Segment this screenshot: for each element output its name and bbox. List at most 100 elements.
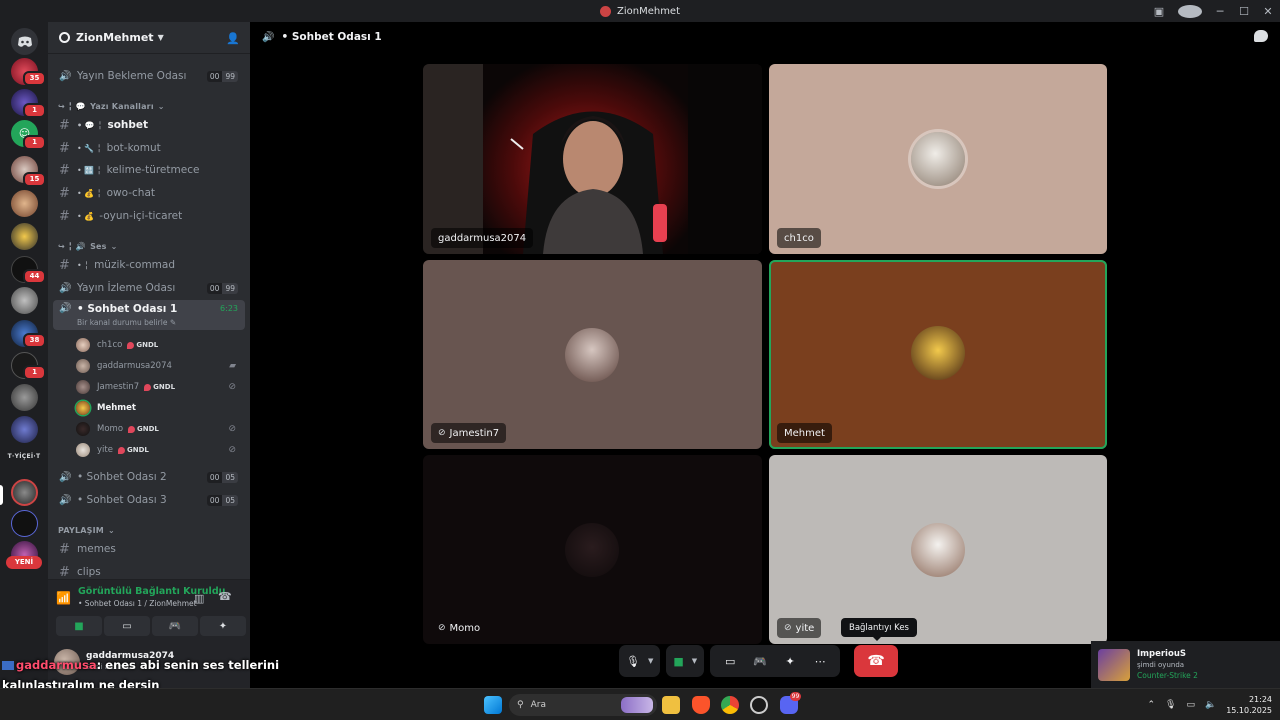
- inbox-icon[interactable]: ▣: [1148, 5, 1170, 18]
- window-controls: ▣ ? ─ ☐ ✕: [1148, 0, 1280, 22]
- chevron-down-icon[interactable]: ▼: [692, 657, 697, 665]
- guild-tag: GNDL: [127, 341, 158, 349]
- voice-channel-sohbet-odasi-2[interactable]: 🔊 • Sohbet Odası 2 00 05: [53, 467, 245, 487]
- server-icon-6[interactable]: [11, 223, 38, 250]
- file-explorer-icon[interactable]: [662, 696, 680, 714]
- minimize-button[interactable]: ─: [1208, 5, 1232, 18]
- clock[interactable]: 21:24 15.10.2025: [1226, 694, 1272, 716]
- chevron-up-icon[interactable]: ⌃: [1147, 700, 1155, 710]
- voice-member-jamestin7[interactable]: Jamestin7 GNDL ⊘: [76, 378, 244, 396]
- screen-share-icon[interactable]: ▭: [717, 648, 743, 674]
- video-tile-gaddarmusa2074[interactable]: gaddarmusa2074: [423, 64, 762, 254]
- member-name: Jamestin7: [97, 382, 140, 392]
- text-channel-bot-komut[interactable]: # • 🔧 ╎ bot-komut: [53, 138, 245, 158]
- activity-user: ImperiouS: [1137, 649, 1186, 659]
- taskbar-search[interactable]: ⚲ Ara: [509, 694, 657, 716]
- text-channel-sohbet[interactable]: # • 💬 ╎ sohbet: [53, 115, 245, 135]
- video-tile-mehmet[interactable]: Mehmet: [769, 260, 1107, 449]
- category-ses[interactable]: ↪ ╏ 🔊 Ses ⌄: [58, 242, 118, 251]
- channel-emoji: • ╎: [77, 260, 90, 270]
- hash-icon: #: [59, 541, 70, 557]
- channel-status[interactable]: Bir kanal durumu belirle ✎: [77, 318, 176, 327]
- category-paylasim[interactable]: PAYLAŞIM ⌄: [58, 526, 115, 535]
- server-icon-5[interactable]: [11, 190, 38, 217]
- direct-messages-icon[interactable]: [11, 28, 38, 55]
- video-tile-jamestin7[interactable]: ⊘ Jamestin7: [423, 260, 762, 449]
- video-toggle-button[interactable]: ■: [56, 616, 102, 636]
- more-options-icon[interactable]: ⋯: [807, 648, 833, 674]
- game-avatar: [1098, 649, 1130, 681]
- disconnect-button[interactable]: ☎: [854, 645, 899, 677]
- network-icon[interactable]: ▭: [1186, 700, 1195, 710]
- voice-member-ch1co[interactable]: ch1co GNDL: [76, 336, 244, 354]
- participant-name: Momo: [449, 622, 481, 634]
- screen-share-icon: ▭: [122, 620, 132, 632]
- category-yazi-kanallari[interactable]: ↪ ╏ 💬 Yazı Kanalları ⌄: [58, 102, 165, 111]
- server-icon-11[interactable]: [11, 384, 38, 411]
- server-label[interactable]: T·YİÇEİ·T: [6, 453, 42, 460]
- voice-member-yite[interactable]: yite GNDL ⊘: [76, 441, 244, 459]
- windows-start-icon[interactable]: [484, 696, 502, 714]
- activities-button[interactable]: 🎮: [152, 616, 198, 636]
- member-name: yite: [97, 445, 113, 455]
- help-icon[interactable]: ?: [1178, 4, 1202, 18]
- chevron-down-icon: ⌄: [110, 242, 118, 251]
- soundboard-icon[interactable]: ✦: [777, 648, 803, 674]
- text-channel-owo-chat[interactable]: # • 💰 ╎ owo-chat: [53, 183, 245, 203]
- soundboard-button[interactable]: ✦: [200, 616, 246, 636]
- brave-browser-icon[interactable]: [692, 696, 710, 714]
- server-icon-13[interactable]: [11, 510, 38, 537]
- camera-control[interactable]: ■ ▼: [666, 645, 705, 677]
- chevron-down-icon: ▼: [157, 33, 164, 42]
- disconnect-icon[interactable]: ☎: [218, 590, 232, 603]
- activity-notification[interactable]: ImperiouS şimdi oyunda Counter-Strike 2: [1091, 641, 1280, 688]
- server-icon-8[interactable]: [11, 287, 38, 314]
- text-channel-oyun-ici-ticaret[interactable]: # • 💰 -oyun-içi-ticaret: [53, 206, 245, 226]
- voice-member-gaddarmusa2074[interactable]: gaddarmusa2074 ▰: [76, 357, 244, 375]
- user-count: 00: [206, 494, 223, 506]
- chrome-icon[interactable]: [721, 696, 739, 714]
- video-tile-ch1co[interactable]: ch1co: [769, 64, 1107, 254]
- voice-member-mehmet[interactable]: Mehmet: [76, 399, 244, 417]
- voice-channel-yayin-izleme[interactable]: 🔊 Yayın İzleme Odası 00 99: [53, 278, 245, 298]
- voice-channel-sohbet-odasi-1[interactable]: 🔊 • Sohbet Odası 1 6:23 Bir kanal durumu…: [53, 300, 245, 330]
- chevron-down-icon[interactable]: ▼: [648, 657, 653, 665]
- activity-game: Counter-Strike 2: [1137, 671, 1198, 680]
- speaker-icon: 🔊: [59, 282, 72, 294]
- text-channel-memes[interactable]: # memes: [53, 539, 245, 559]
- microphone-icon[interactable]: 🎙: [626, 655, 640, 668]
- gamepad-icon[interactable]: 🎮: [747, 648, 773, 674]
- video-tile-yite[interactable]: ⊘ yite: [769, 455, 1107, 644]
- video-icon: ▰: [229, 361, 236, 371]
- text-channel-kelime-turetmece[interactable]: # • 🔠 ╎ kelime-türetmece: [53, 160, 245, 180]
- connection-location[interactable]: • Sohbet Odası 1 / ZionMehmet: [78, 599, 197, 608]
- hash-icon: #: [59, 185, 70, 201]
- voice-channel-yayin-bekleme[interactable]: 🔊 Yayın Bekleme Odası 00 99: [53, 66, 245, 86]
- chat-icon[interactable]: [1254, 30, 1268, 42]
- close-button[interactable]: ✕: [1256, 5, 1280, 18]
- discord-notification-badge: 99: [790, 692, 801, 701]
- voice-member-momo[interactable]: Momo GNDL ⊘: [76, 420, 244, 438]
- invite-people-icon[interactable]: 👤: [226, 32, 240, 45]
- hash-icon: #: [59, 117, 70, 133]
- mic-control[interactable]: 🎙 ▼: [619, 645, 661, 677]
- time: 21:24: [1248, 695, 1272, 704]
- server-icon-zionmehmet[interactable]: [11, 479, 38, 506]
- noise-suppression-icon[interactable]: ▥: [194, 592, 204, 605]
- server-icon-12[interactable]: [11, 416, 38, 443]
- voice-channel-sohbet-odasi-3[interactable]: 🔊 • Sohbet Odası 3 00 05: [53, 490, 245, 510]
- member-name: ch1co: [97, 340, 123, 350]
- member-name: Momo: [97, 424, 124, 434]
- call-controls: 🎙 ▼ ■ ▼ ▭ 🎮 ✦ ⋯ ☎: [619, 645, 899, 677]
- video-tile-momo[interactable]: ⊘ Momo: [423, 455, 762, 644]
- user-limit: 99: [222, 70, 238, 82]
- steam-icon[interactable]: [750, 696, 768, 714]
- screen-share-button[interactable]: ▭: [104, 616, 150, 636]
- server-header[interactable]: ZionMehmet ▼ 👤: [48, 22, 250, 54]
- text-channel-muzik-commad[interactable]: # • ╎ müzik-commad: [53, 255, 245, 275]
- participant-label: ⊘ Momo: [431, 618, 487, 638]
- maximize-button[interactable]: ☐: [1232, 5, 1256, 18]
- camera-icon[interactable]: ■: [673, 655, 683, 668]
- volume-icon[interactable]: 🔈: [1205, 700, 1216, 710]
- microphone-icon[interactable]: 🎙: [1165, 700, 1176, 710]
